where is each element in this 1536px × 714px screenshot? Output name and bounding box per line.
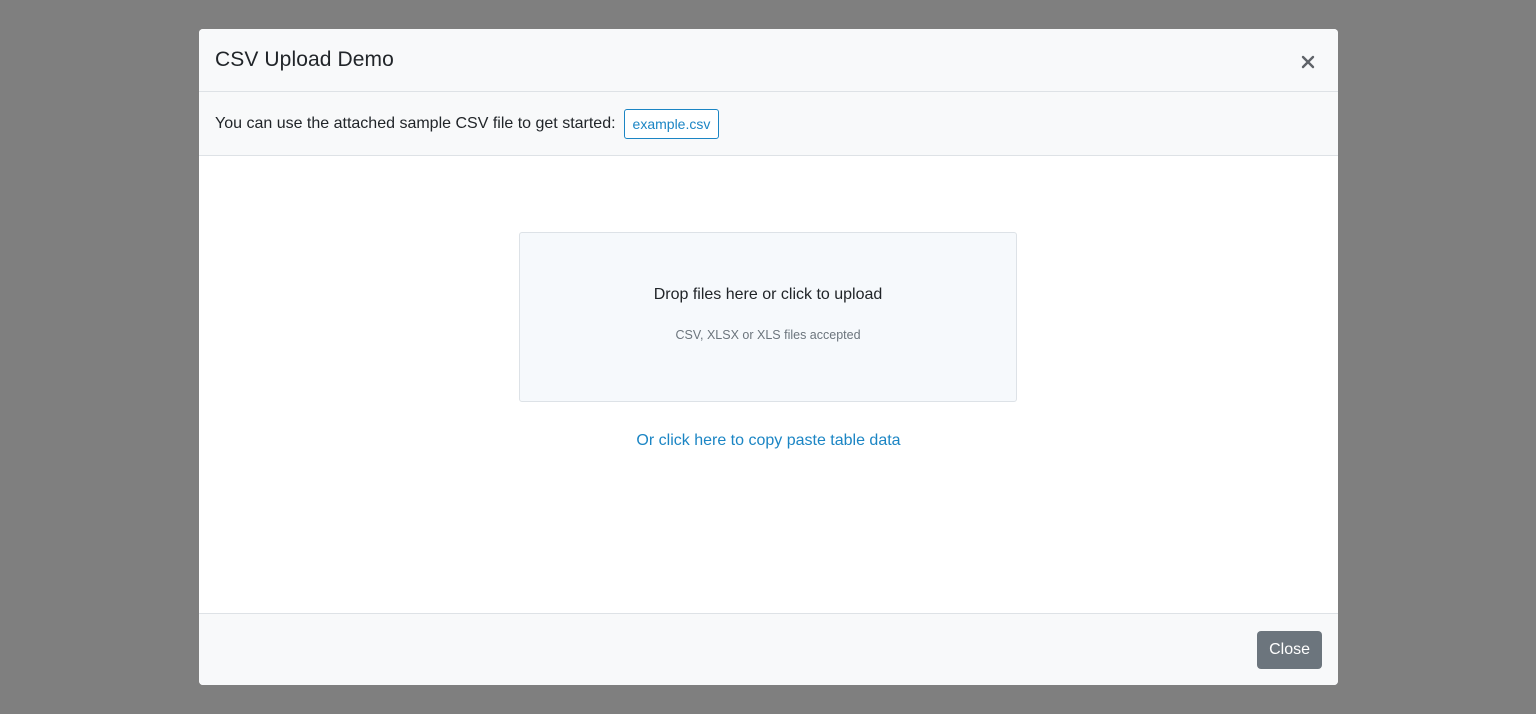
dropzone-title: Drop files here or click to upload [653, 286, 883, 303]
csv-upload-modal: CSV Upload Demo You can use the attached… [199, 29, 1338, 685]
close-icon-glyph [1301, 55, 1315, 68]
modal-title: CSV Upload Demo [215, 48, 394, 71]
close-icon[interactable] [1296, 50, 1320, 74]
close-button[interactable]: Close [1257, 630, 1322, 669]
sample-file-text: You can use the attached sample CSV file… [215, 114, 616, 132]
sample-file-bar: You can use the attached sample CSV file… [199, 92, 1338, 156]
modal-body: Drop files here or click to upload CSV, … [199, 156, 1338, 613]
example-csv-button[interactable]: example.csv [623, 108, 720, 139]
modal-header: CSV Upload Demo [199, 29, 1338, 92]
modal-footer: Close [199, 613, 1338, 685]
file-dropzone[interactable]: Drop files here or click to upload CSV, … [519, 232, 1017, 402]
paste-table-data-link[interactable]: Or click here to copy paste table data [199, 432, 1338, 450]
dropzone-subtitle: CSV, XLSX or XLS files accepted [675, 328, 861, 342]
